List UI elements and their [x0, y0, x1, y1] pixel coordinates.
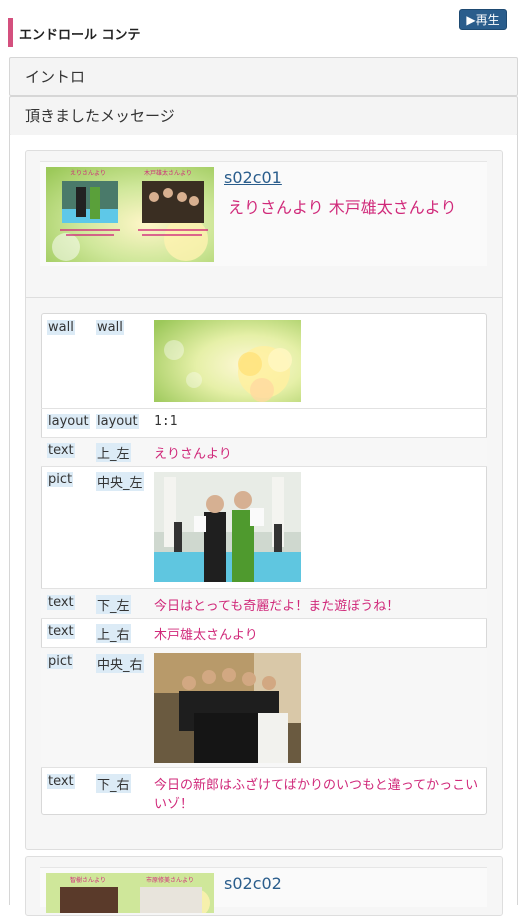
thumb-left-caption: 智樹さんより [70, 876, 106, 884]
row-position: 下_左 [96, 595, 131, 614]
scene-thumbnail[interactable]: 智樹さんより 市原修美さんより [46, 873, 214, 913]
row-type: pict [47, 654, 74, 669]
row-value-line2: いゾ！ [154, 797, 194, 812]
thumb-right-caption: 木戸雄太さんより [144, 169, 192, 177]
scene-message: えりさんより 木戸雄太さんより [228, 198, 457, 217]
row-type: layout [47, 414, 90, 429]
row-position: 中央_左 [96, 472, 144, 491]
row-position: 中央_右 [96, 654, 144, 673]
page-title: エンドロール コンテ [19, 28, 141, 43]
thumb-left-caption: えりさんより [70, 170, 106, 177]
row-position: 上_右 [96, 624, 131, 643]
scene-code-link[interactable]: s02c02 [224, 874, 282, 893]
row-type: pict [47, 472, 74, 487]
page-header: エンドロール コンテ [8, 18, 308, 47]
row-value: 今日はとっても奇麗だよ！また遊ぼうね！ [154, 599, 400, 614]
row-type: text [47, 595, 75, 610]
row-type: text [47, 443, 75, 458]
scene-code-link[interactable]: s02c01 [224, 168, 282, 187]
scene-thumbnail[interactable]: えりさんより 木戸雄太さんより [46, 167, 214, 262]
row-position: 上_左 [96, 443, 131, 462]
panel-messages[interactable]: 頂きましたメッセージ [9, 96, 518, 136]
row-position: layout [96, 414, 139, 429]
row-value: 今日の新郎はふざけてばかりのいつもと違ってかっこい [154, 778, 479, 793]
play-button[interactable]: ▶再生 [459, 9, 507, 30]
header-accent-bar [8, 18, 13, 47]
photo-right [154, 653, 301, 763]
thumb-right-caption: 市原修美さんより [146, 876, 194, 884]
row-position: wall [96, 320, 124, 335]
panel-intro[interactable]: イントロ [9, 57, 518, 96]
row-value: 木戸雄太さんより [154, 628, 258, 643]
row-type: text [47, 624, 75, 639]
panel-intro-title: イントロ [25, 68, 86, 86]
row-type: wall [47, 320, 75, 335]
divider [26, 297, 502, 298]
row-value: 1:1 [154, 414, 178, 429]
row-position: 下_右 [96, 774, 131, 793]
row-value: えりさんより [154, 447, 232, 462]
wall-image [154, 320, 301, 402]
photo-left [154, 472, 301, 582]
row-type: text [47, 774, 75, 789]
panel-messages-title: 頂きましたメッセージ [25, 107, 175, 125]
